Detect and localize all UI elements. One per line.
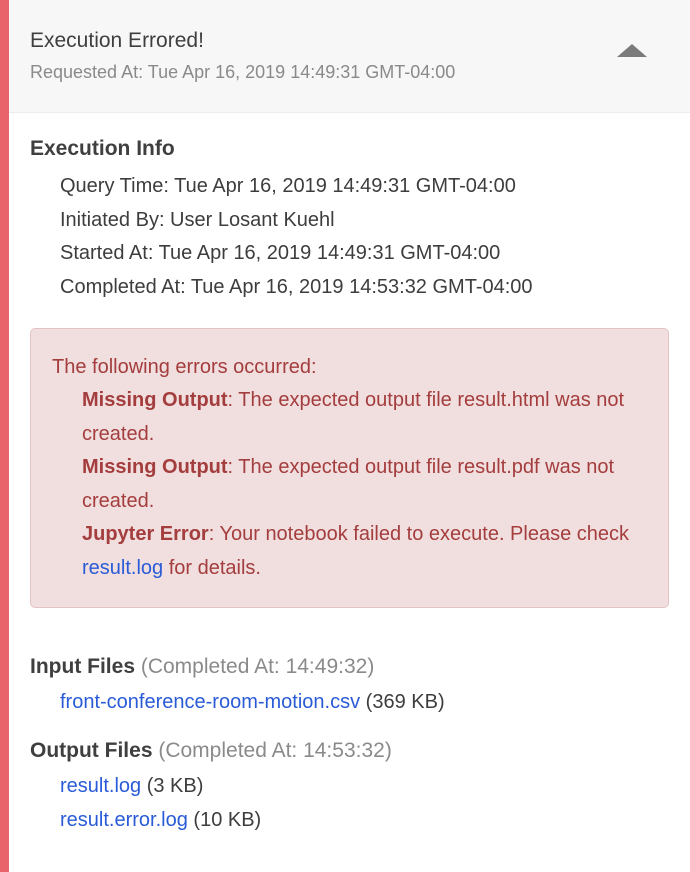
output-files-completed: (Completed At: 14:53:32) [158, 739, 392, 762]
execution-panel: Execution Errored! Requested At: Tue Apr… [0, 0, 690, 872]
output-file-link-result-log[interactable]: result.log [60, 775, 141, 797]
error-item: Missing Output: The expected output file… [82, 451, 648, 518]
output-files-title: Output Files (Completed At: 14:53:32) [30, 737, 670, 765]
error-label: Missing Output [82, 389, 228, 411]
completed-at-row: Completed At: Tue Apr 16, 2019 14:53:32 … [60, 275, 533, 298]
execution-info-title: Execution Info [30, 137, 175, 160]
initiated-by-row: Initiated By: User Losant Kuehl [60, 208, 335, 231]
started-at-row: Started At: Tue Apr 16, 2019 14:49:31 GM… [60, 242, 501, 264]
requested-at-text: Requested At: Tue Apr 16, 2019 14:49:31 … [30, 62, 456, 82]
input-files-label: Input Files [30, 655, 135, 678]
execution-status-title: Execution Errored! [30, 29, 204, 52]
error-item: Missing Output: The expected output file… [82, 384, 648, 451]
input-file-link[interactable]: front-conference-room-motion.csv [60, 691, 360, 713]
error-list: Missing Output: The expected output file… [52, 384, 648, 585]
output-files-section: Output Files (Completed At: 14:53:32) re… [30, 737, 670, 837]
file-size: (10 KB) [193, 809, 262, 831]
error-alert: The following errors occurred: Missing O… [30, 328, 669, 608]
file-size: (369 KB) [365, 691, 445, 713]
input-files-section: Input Files (Completed At: 14:49:32) fro… [30, 653, 670, 719]
input-files-completed: (Completed At: 14:49:32) [140, 655, 375, 678]
file-size: (3 KB) [146, 775, 204, 797]
input-file-list: front-conference-room-motion.csv (369 KB… [30, 685, 670, 719]
error-item: Jupyter Error: Your notebook failed to e… [82, 518, 648, 585]
result-log-error-link[interactable]: result.log [82, 557, 163, 579]
output-files-label: Output Files [30, 739, 153, 762]
error-label: Jupyter Error [82, 523, 209, 545]
collapse-button[interactable] [612, 38, 652, 62]
query-time-row: Query Time: Tue Apr 16, 2019 14:49:31 GM… [60, 175, 516, 197]
caret-up-icon [617, 43, 647, 57]
output-file-link-result-error-log[interactable]: result.error.log [60, 809, 188, 831]
execution-info-list: Query Time: Tue Apr 16, 2019 14:49:31 GM… [30, 170, 670, 304]
execution-header[interactable]: Execution Errored! Requested At: Tue Apr… [9, 0, 690, 113]
error-label: Missing Output [82, 456, 228, 478]
execution-body: Execution Info Query Time: Tue Apr 16, 2… [9, 113, 690, 837]
error-text: : Your notebook failed to execute. Pleas… [208, 523, 630, 545]
error-heading: The following errors occurred: [52, 356, 317, 378]
file-row: result.error.log (10 KB) [60, 803, 670, 837]
file-row: front-conference-room-motion.csv (369 KB… [60, 685, 670, 719]
error-text-suffix: for details. [163, 556, 261, 579]
file-row: result.log (3 KB) [60, 769, 670, 803]
input-files-title: Input Files (Completed At: 14:49:32) [30, 653, 670, 681]
output-file-list: result.log (3 KB) result.error.log (10 K… [30, 769, 670, 837]
